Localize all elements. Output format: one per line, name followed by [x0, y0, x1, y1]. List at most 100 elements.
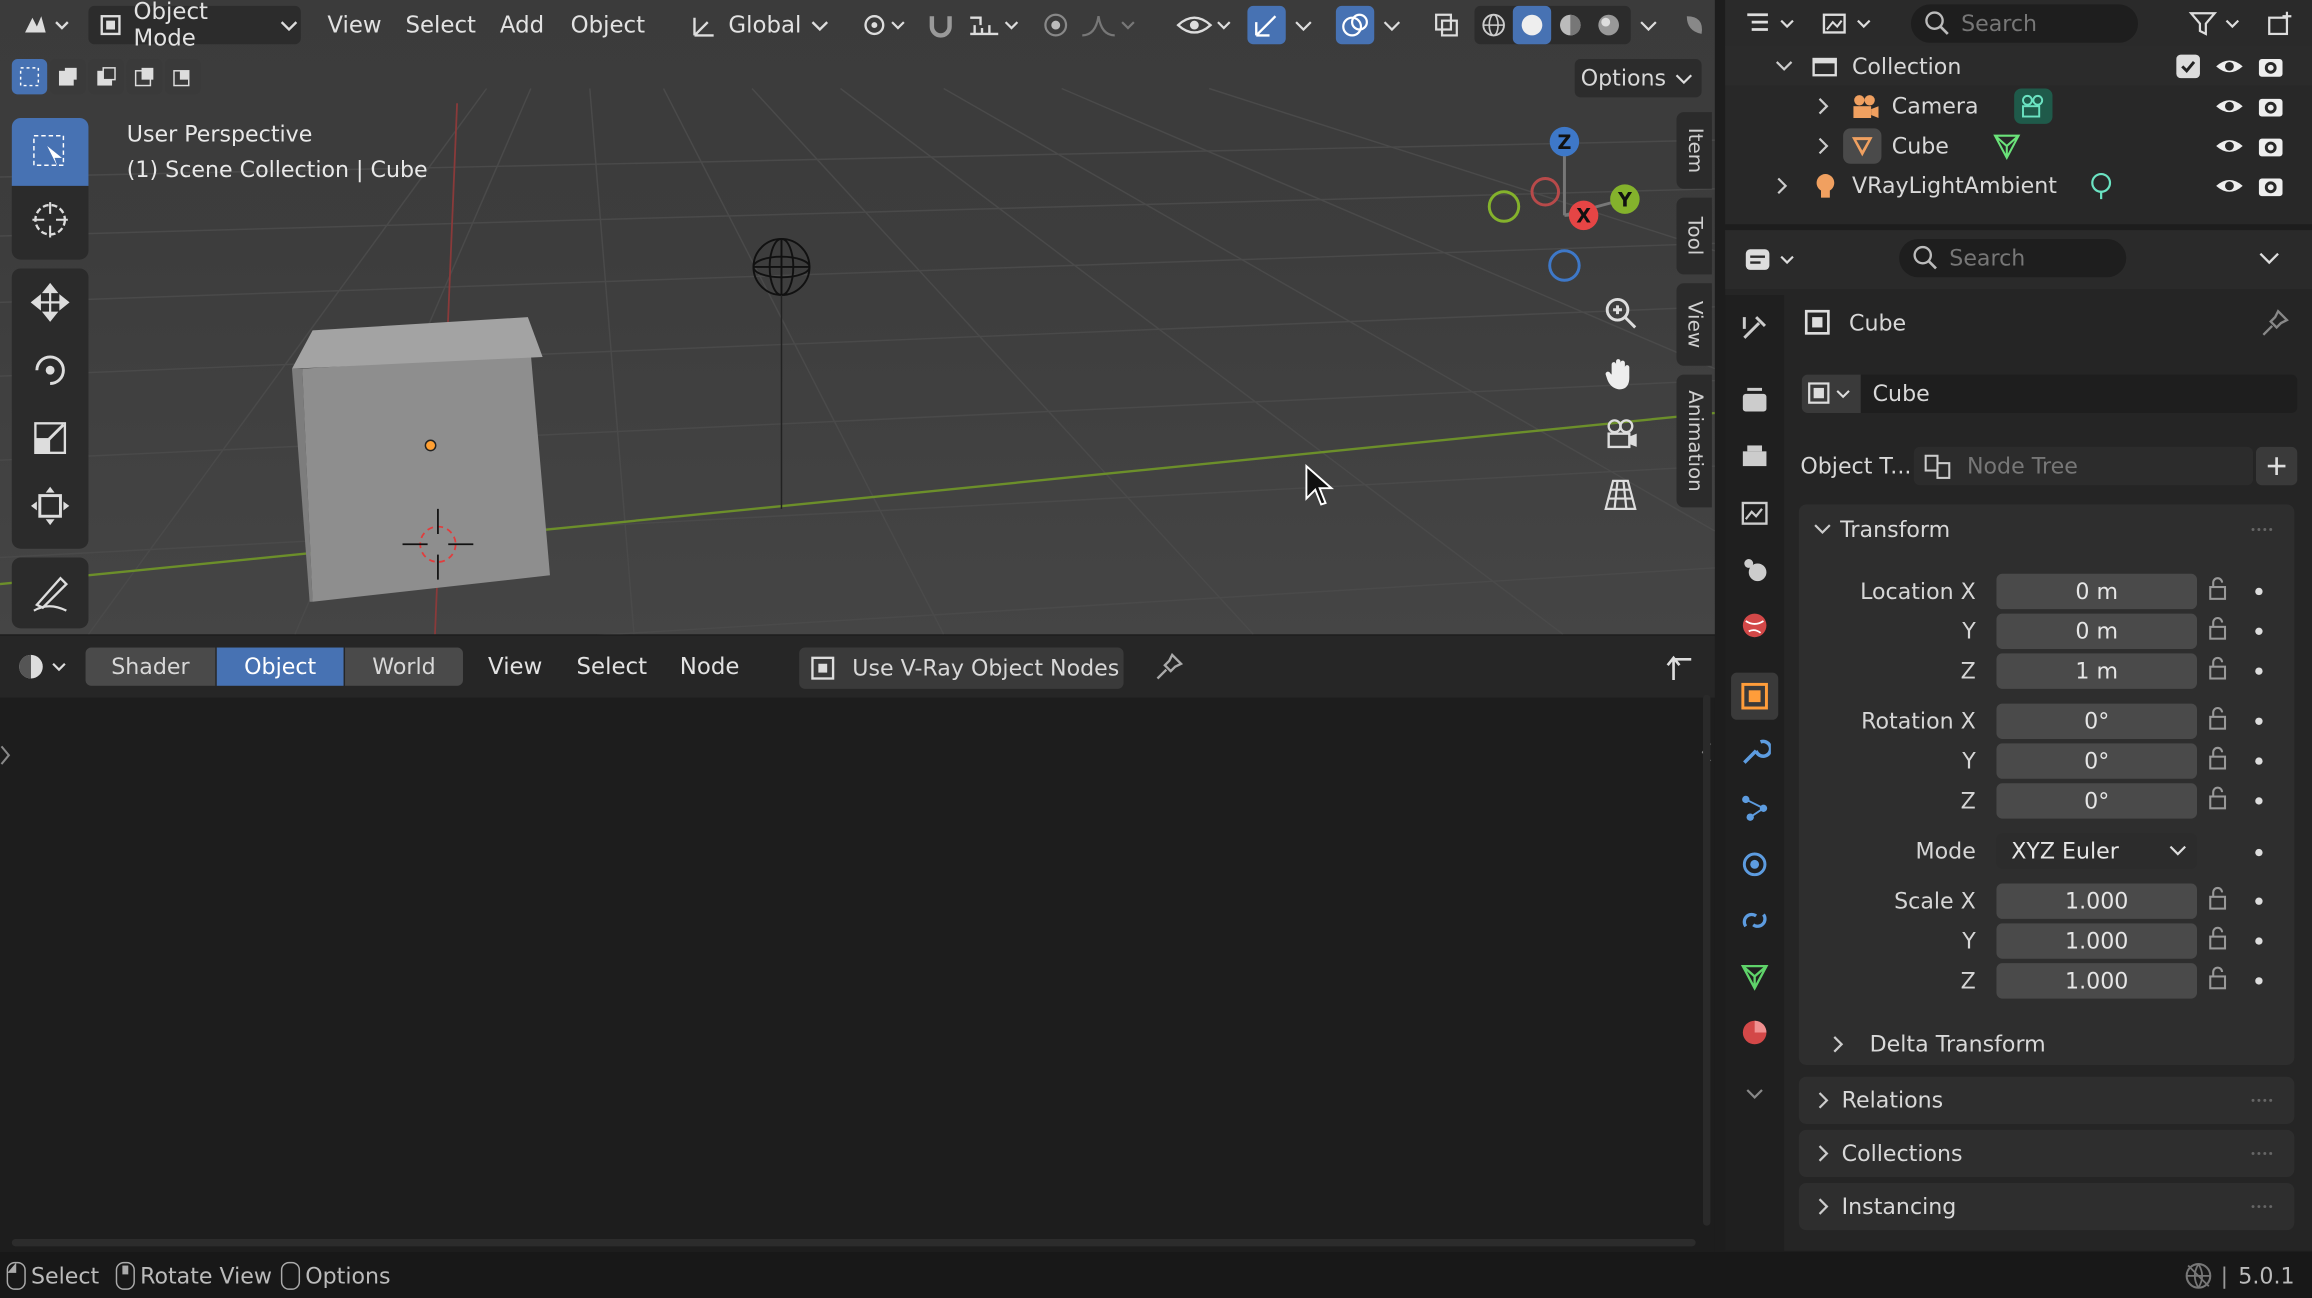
node-tree-selector[interactable]: Node Tree — [1913, 446, 2254, 486]
tab-output[interactable] — [1731, 434, 1778, 481]
render-camera-icon[interactable] — [2256, 172, 2285, 199]
node-editor-type-button[interactable] — [12, 648, 77, 686]
tab-particles[interactable] — [1731, 785, 1778, 832]
material-shading-button[interactable] — [1551, 6, 1589, 44]
vray-render-button[interactable] — [1678, 6, 1710, 44]
rotation-x-field[interactable]: 0° — [1996, 703, 2197, 739]
select-box-tool[interactable] — [11, 118, 89, 186]
tab-data[interactable] — [1731, 953, 1778, 1000]
vertical-scrollbar[interactable] — [1703, 694, 1711, 1226]
rotate-tool[interactable] — [12, 336, 89, 404]
scale-x-field[interactable]: 1.000 — [1996, 883, 2197, 919]
filter-dropdown[interactable] — [2185, 4, 2250, 42]
expand-left-icon[interactable] — [0, 745, 12, 766]
camera-view-button[interactable] — [1592, 406, 1648, 462]
3d-viewport[interactable]: Object Mode View Select Add Object Globa… — [0, 0, 1715, 635]
visibility-dropdown[interactable] — [1174, 6, 1236, 44]
overlays-dropdown[interactable] — [1377, 6, 1406, 44]
tab-view[interactable]: View — [1676, 283, 1712, 366]
proportional-edit-toggle[interactable] — [1038, 6, 1073, 44]
display-mode-dropdown[interactable] — [1817, 4, 1882, 42]
perspective-toggle-button[interactable] — [1592, 466, 1648, 522]
select-intersect-button[interactable] — [165, 59, 201, 95]
horizontal-scrollbar[interactable] — [11, 1239, 1696, 1247]
collections-panel[interactable]: Collections — [1798, 1129, 2295, 1178]
instancing-panel[interactable]: Instancing — [1798, 1182, 2295, 1231]
location-y-field[interactable]: 0 m — [1996, 613, 2197, 649]
properties-editor-type[interactable] — [1740, 240, 1805, 278]
eye-icon[interactable] — [2215, 94, 2244, 118]
rendered-shading-button[interactable] — [1590, 6, 1628, 44]
rotation-y-field[interactable]: 0° — [1996, 743, 2197, 779]
move-tool[interactable] — [12, 268, 89, 336]
new-node-tree-button[interactable] — [2255, 446, 2298, 486]
render-camera-icon[interactable] — [2256, 52, 2285, 79]
eye-icon[interactable] — [2215, 173, 2244, 197]
outliner-row-camera[interactable]: Camera — [1725, 86, 2312, 126]
select-subtract-button[interactable] — [88, 59, 124, 95]
outliner-row-cube[interactable]: Cube — [1725, 125, 2312, 165]
lock-and-keyframe-column[interactable] — [2206, 574, 2294, 1017]
outliner-row-collection[interactable]: Collection — [1725, 45, 2312, 86]
solid-shading-button[interactable] — [1512, 5, 1552, 45]
camera-data-icon[interactable] — [2014, 87, 2053, 124]
outliner-row-vraylightambient[interactable]: VRayLightAmbient — [1725, 165, 2312, 205]
object-name-field[interactable]: Cube — [1860, 374, 2298, 413]
gizmo-dropdown[interactable] — [1289, 6, 1318, 44]
eye-icon[interactable] — [2215, 54, 2244, 78]
tab-item[interactable]: Item — [1676, 112, 1712, 189]
outliner-editor-type[interactable] — [1740, 4, 1805, 42]
tab-animation[interactable]: Animation — [1676, 374, 1712, 508]
eye-icon[interactable] — [2215, 133, 2244, 157]
select-new-button[interactable] — [11, 59, 48, 95]
tab-view-layer[interactable] — [1731, 490, 1778, 537]
outliner-search-input[interactable]: Search — [1910, 4, 2139, 43]
rotation-mode-dropdown[interactable]: XYZ Euler — [1996, 833, 2197, 869]
tabs-more[interactable] — [1731, 1071, 1778, 1118]
render-camera-icon[interactable] — [2256, 92, 2285, 119]
pan-button[interactable] — [1592, 345, 1648, 401]
overlays-toggle[interactable] — [1335, 5, 1375, 45]
chevron-down-icon[interactable] — [2256, 248, 2283, 269]
tab-shader[interactable]: Shader — [85, 647, 216, 686]
wireframe-shading-button[interactable] — [1474, 6, 1512, 44]
xray-toggle[interactable] — [1427, 6, 1465, 44]
annotate-tool[interactable] — [12, 558, 89, 626]
location-z-field[interactable]: 1 m — [1996, 653, 2197, 689]
tab-world[interactable] — [1731, 602, 1778, 649]
relations-panel[interactable]: Relations — [1798, 1076, 2295, 1124]
node-menu-select[interactable]: Select — [577, 653, 648, 680]
scale-y-field[interactable]: 1.000 — [1996, 923, 2197, 959]
properties-search-input[interactable]: Search — [1899, 238, 2127, 278]
transform-panel-header[interactable]: Transform — [1799, 504, 2294, 554]
select-extend-button[interactable] — [50, 59, 86, 95]
mode-dropdown[interactable]: Object Mode — [88, 0, 301, 52]
tab-physics[interactable] — [1731, 841, 1778, 888]
snap-toggle[interactable] — [920, 6, 961, 44]
location-x-field[interactable]: 0 m — [1996, 573, 2197, 610]
pin-button[interactable] — [1150, 648, 1188, 686]
node-editor[interactable]: Shader Object World View Select Node Use… — [0, 635, 1715, 1253]
rotation-z-field[interactable]: 0° — [1996, 783, 2197, 819]
navigation-gizmo[interactable]: Z Y X — [1474, 118, 1666, 295]
pin-icon[interactable] — [2259, 307, 2291, 339]
gizmo-toggle[interactable] — [1247, 5, 1286, 45]
falloff-dropdown[interactable] — [1076, 6, 1138, 44]
use-vray-object-nodes-button[interactable]: Use V-Ray Object Nodes — [799, 647, 1124, 689]
pivot-point-dropdown[interactable] — [855, 6, 911, 44]
menu-select[interactable]: Select — [405, 12, 476, 39]
node-menu-node[interactable]: Node — [680, 653, 740, 680]
tab-world[interactable]: World — [345, 647, 463, 686]
node-menu-view[interactable]: View — [488, 653, 542, 680]
editor-type-button[interactable] — [12, 6, 77, 44]
tab-scene[interactable] — [1731, 546, 1778, 593]
menu-view[interactable]: View — [327, 12, 381, 39]
zoom-button[interactable] — [1592, 285, 1648, 341]
tab-render[interactable] — [1731, 378, 1778, 425]
transform-orientation-dropdown[interactable]: Global — [687, 6, 840, 44]
exclude-checkbox[interactable] — [2176, 53, 2200, 78]
light-data-icon[interactable] — [2085, 169, 2117, 201]
render-camera-icon[interactable] — [2256, 132, 2285, 159]
tab-tool[interactable]: Tool — [1676, 197, 1712, 275]
cursor-tool[interactable] — [12, 186, 89, 254]
